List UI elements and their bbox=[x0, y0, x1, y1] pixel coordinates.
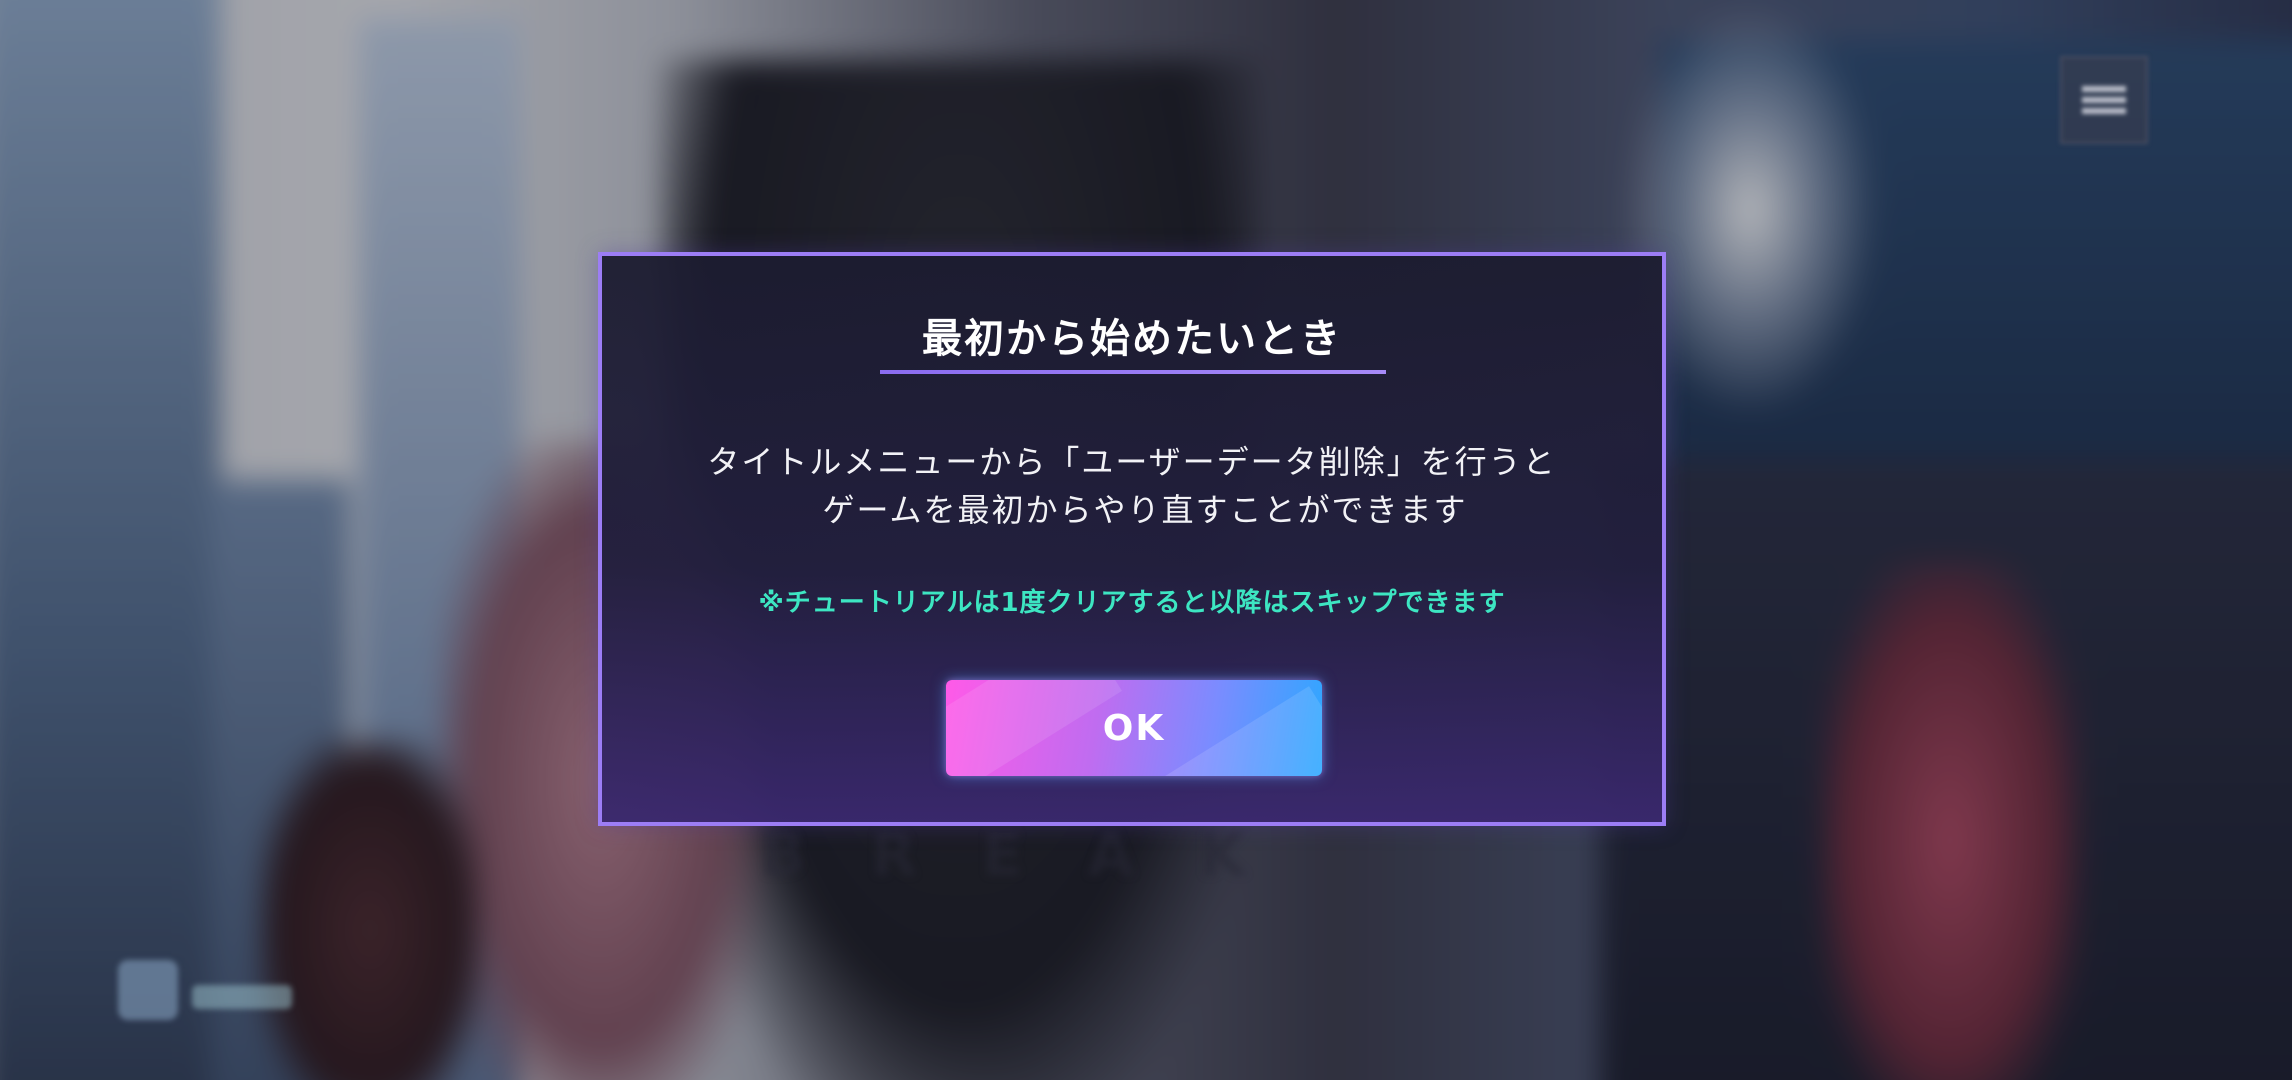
menu-button bbox=[2060, 56, 2148, 144]
dialog-title: 最初から始めたいとき bbox=[922, 316, 1342, 362]
title-underline bbox=[880, 370, 1386, 374]
button-decoration bbox=[946, 680, 1123, 776]
menu-icon bbox=[2082, 86, 2126, 114]
game-background-scene: B R E A K 最初から始めたいとき タイトルメニューから「ユーザーデータ削… bbox=[0, 0, 2292, 1080]
dialog-message-line-1: タイトルメニューから「ユーザーデータ削除」を行うと bbox=[707, 443, 1557, 481]
button-decoration bbox=[1139, 686, 1322, 776]
info-dialog: 最初から始めたいとき タイトルメニューから「ユーザーデータ削除」を行うと ゲーム… bbox=[598, 252, 1666, 826]
ok-button[interactable]: OK bbox=[946, 680, 1322, 776]
dialog-note: ※チュートリアルは1度クリアすると以降はスキップできます bbox=[758, 588, 1506, 618]
dialog-message-line-2: ゲームを最初からやり直すことができます bbox=[822, 491, 1468, 529]
blurred-hud-label bbox=[192, 985, 292, 1009]
blurred-title-logo: B R E A K bbox=[760, 820, 1268, 890]
ok-button-label: OK bbox=[1102, 707, 1166, 749]
blurred-hud-icon bbox=[118, 960, 178, 1020]
dialog-message: タイトルメニューから「ユーザーデータ削除」を行うと ゲームを最初からやり直すこと… bbox=[602, 438, 1662, 534]
